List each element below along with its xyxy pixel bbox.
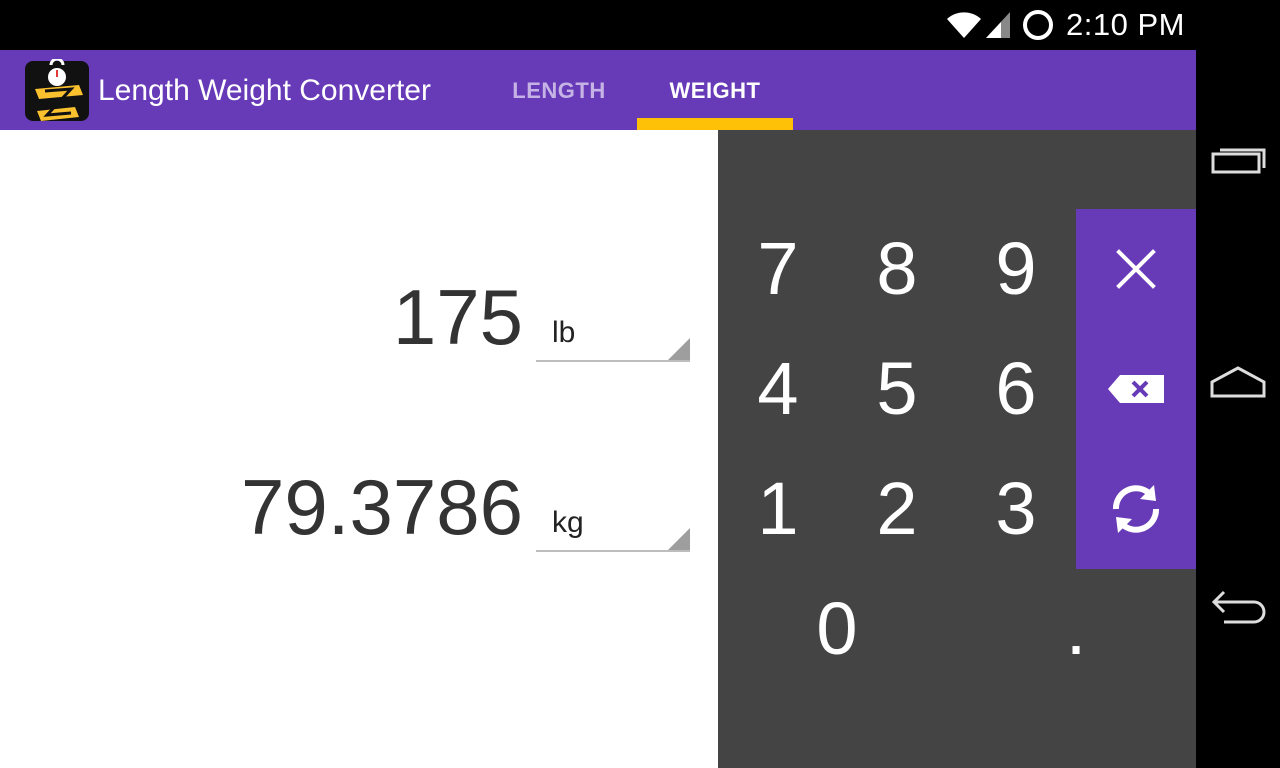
input-unit-label: lb bbox=[552, 316, 576, 349]
key-decimal[interactable]: . bbox=[1016, 569, 1136, 689]
keypad: 7 8 9 4 5 6 1 2 3 0 . bbox=[718, 130, 1196, 768]
key-6[interactable]: 6 bbox=[956, 329, 1076, 449]
dropdown-caret-icon bbox=[668, 528, 690, 550]
backspace-icon bbox=[1108, 375, 1164, 403]
home-icon[interactable] bbox=[1208, 360, 1268, 404]
key-2[interactable]: 2 bbox=[837, 449, 957, 569]
back-icon[interactable] bbox=[1208, 584, 1268, 628]
converter-panel: 175 lb 79.3786 kg bbox=[0, 130, 718, 768]
output-value[interactable]: 79.3786 bbox=[241, 462, 523, 552]
key-9[interactable]: 9 bbox=[956, 209, 1076, 329]
key-4[interactable]: 4 bbox=[718, 329, 838, 449]
key-3[interactable]: 3 bbox=[956, 449, 1076, 569]
app-title: Length Weight Converter bbox=[98, 74, 431, 107]
app-logo-icon bbox=[25, 59, 89, 121]
clear-button[interactable] bbox=[1076, 209, 1196, 329]
key-5[interactable]: 5 bbox=[837, 329, 957, 449]
tab-length[interactable]: LENGTH bbox=[482, 50, 636, 130]
app-bar: Length Weight Converter LENGTH WEIGHT bbox=[0, 50, 1196, 130]
wifi-icon bbox=[947, 12, 981, 38]
backspace-button[interactable] bbox=[1076, 329, 1196, 449]
swap-button[interactable] bbox=[1076, 449, 1196, 569]
swap-icon bbox=[1113, 485, 1159, 533]
tab-indicator bbox=[637, 118, 793, 130]
key-7[interactable]: 7 bbox=[718, 209, 838, 329]
key-0[interactable]: 0 bbox=[777, 569, 897, 689]
dropdown-caret-icon bbox=[668, 338, 690, 360]
key-8[interactable]: 8 bbox=[837, 209, 957, 329]
clear-icon bbox=[1116, 249, 1156, 289]
navigation-bar bbox=[1196, 0, 1280, 768]
status-bar: 2:10 PM bbox=[0, 0, 1196, 50]
circle-icon bbox=[1023, 10, 1053, 40]
signal-icon bbox=[986, 12, 1010, 38]
output-unit-spinner[interactable]: kg bbox=[536, 500, 690, 552]
key-1[interactable]: 1 bbox=[718, 449, 838, 569]
status-time: 2:10 PM bbox=[1066, 7, 1185, 42]
input-value[interactable]: 175 bbox=[393, 272, 523, 362]
input-unit-spinner[interactable]: lb bbox=[536, 310, 690, 362]
output-unit-label: kg bbox=[552, 506, 584, 539]
function-panel bbox=[1076, 209, 1196, 569]
recent-apps-icon[interactable] bbox=[1208, 140, 1268, 184]
